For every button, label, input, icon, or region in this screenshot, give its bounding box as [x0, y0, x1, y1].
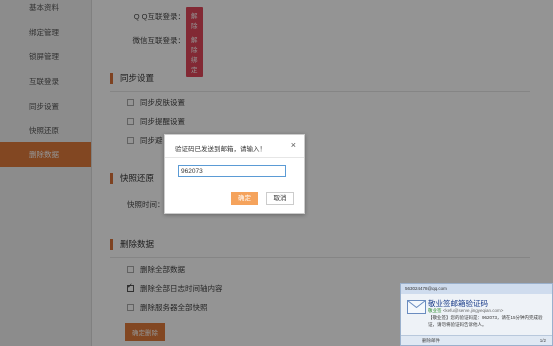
mail-preview: 【敬业签】您的验证码是：962073，请在15分钟内完成验证，请勿将验证码告诉他…	[428, 315, 543, 327]
dialog-title: 验证码已发送到邮箱，请输入！	[175, 146, 266, 153]
close-icon[interactable]: ×	[291, 140, 296, 150]
mail-pager[interactable]: 1/2	[540, 336, 546, 345]
ok-button[interactable]: 确定	[231, 192, 258, 205]
mail-notification[interactable]: 563024478@qq.com 敬业签邮箱验证码 敬业签 <kefu@serv…	[400, 283, 553, 346]
dialog-divider	[165, 157, 304, 158]
verification-dialog: 验证码已发送到邮箱，请输入！ × 962073 确定 取消	[164, 134, 305, 214]
mail-account: 563024478@qq.com	[401, 284, 552, 294]
envelope-icon	[407, 300, 426, 314]
mail-sender-name: 敬业签	[428, 308, 442, 313]
mail-sender-address: <kefu@serve.jingyeqian.com>	[442, 308, 504, 313]
delete-mail-link[interactable]: 删除邮件	[422, 336, 440, 345]
mail-footer: 删除邮件 1/2	[401, 335, 552, 345]
cancel-button[interactable]: 取消	[266, 192, 294, 205]
mail-sender: 敬业签 <kefu@serve.jingyeqian.com>	[428, 308, 503, 314]
verification-code-input[interactable]: 962073	[178, 165, 286, 177]
